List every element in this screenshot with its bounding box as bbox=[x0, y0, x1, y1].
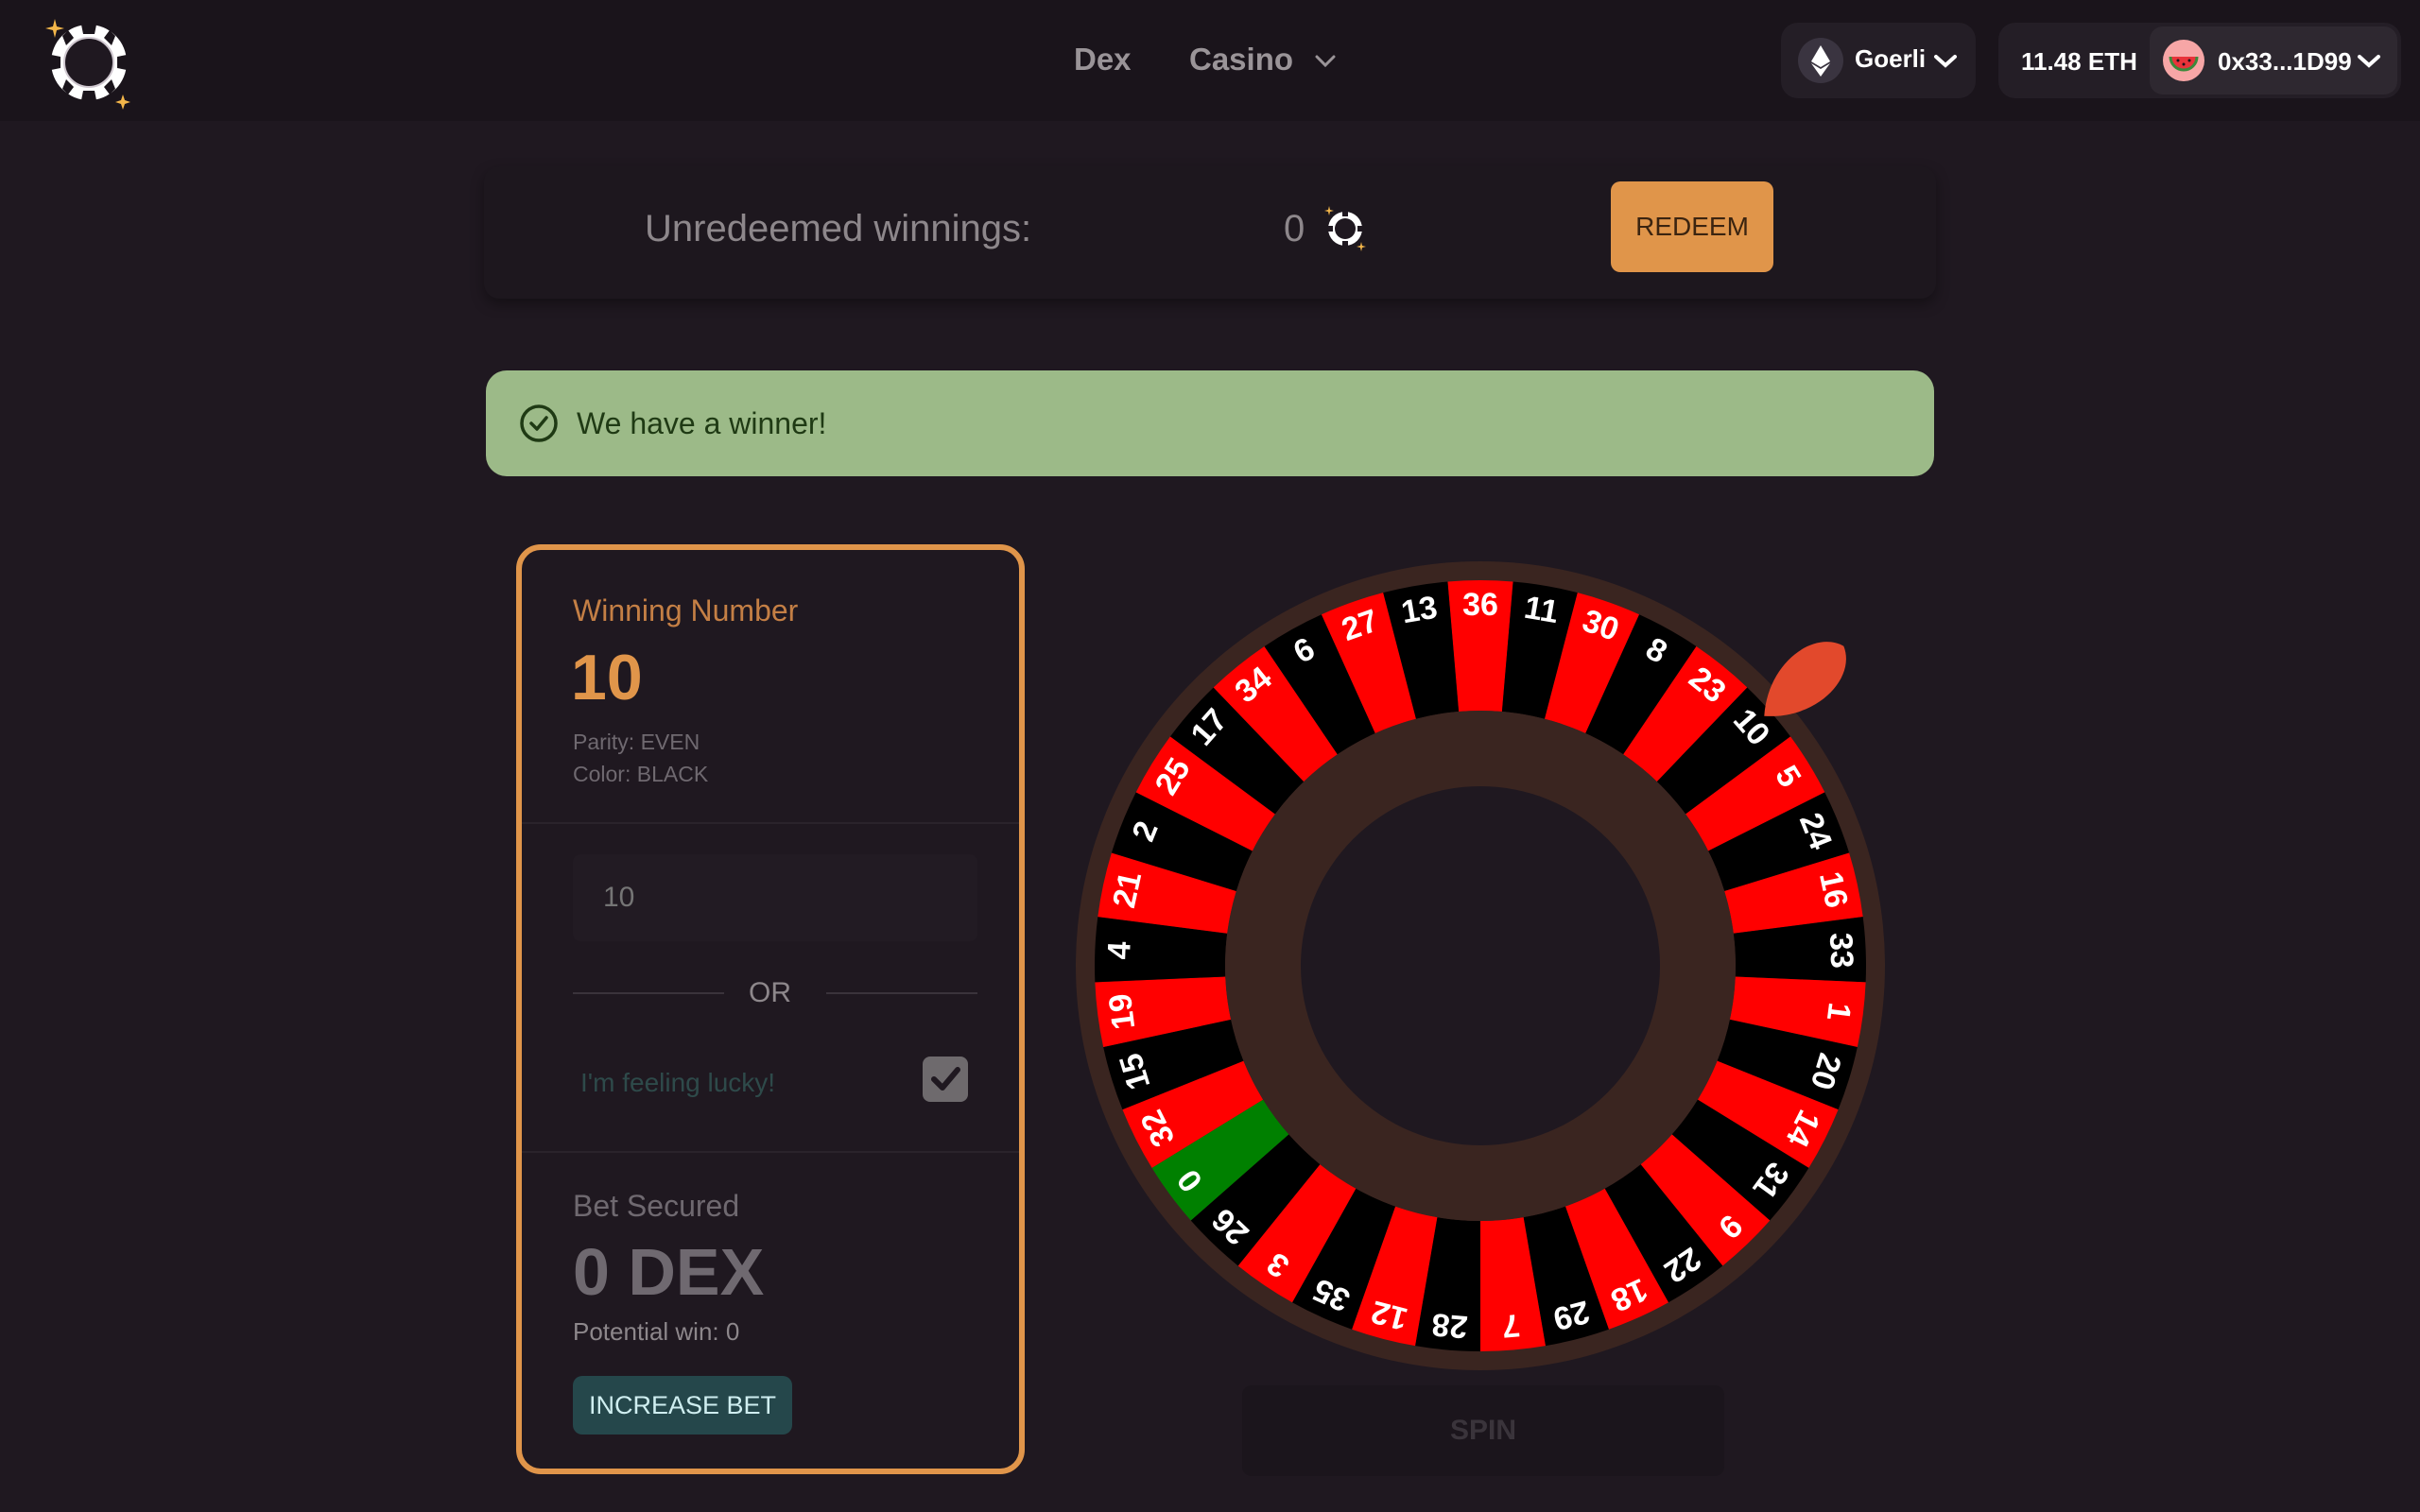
wheel-number: 36 bbox=[1462, 587, 1498, 623]
wheel-number: 16 bbox=[1812, 868, 1855, 911]
potential-win: Potential win: 0 bbox=[573, 1317, 740, 1346]
winnings-value: 0 bbox=[1284, 208, 1305, 249]
winning-parity: Parity: EVEN bbox=[573, 730, 700, 754]
watermelon-avatar-icon bbox=[2163, 40, 2204, 81]
winnings-label: Unredeemed winnings: bbox=[645, 208, 1032, 249]
wheel-number: 11 bbox=[1522, 590, 1562, 631]
eth-balance: 11.48 ETH bbox=[2021, 47, 2137, 76]
roulette-wheel: 36 11 308231052416331201431922182972812353… bbox=[1076, 561, 1885, 1370]
top-navbar: Dex Casino Goerli 11.48 ETH 0x33...1D99 bbox=[0, 0, 2420, 121]
bet-card: Winning Number 10 Parity: EVEN Color: BL… bbox=[516, 544, 1025, 1474]
casino-chip-icon bbox=[1324, 206, 1366, 251]
account-panel: 11.48 ETH 0x33...1D99 bbox=[1998, 23, 2401, 98]
ethereum-icon bbox=[1798, 38, 1843, 83]
winnings-bar: Unredeemed winnings: 0 REDEEM bbox=[484, 166, 1936, 299]
increase-bet-button[interactable]: INCREASE BET bbox=[573, 1376, 792, 1435]
divider bbox=[522, 1151, 1019, 1153]
chevron-down-icon[interactable] bbox=[1312, 47, 1339, 74]
checkmark-icon bbox=[931, 1067, 960, 1091]
wheel-center bbox=[1301, 786, 1660, 1145]
chevron-down-icon bbox=[1934, 55, 1957, 68]
nav-link-dex[interactable]: Dex bbox=[1074, 42, 1132, 77]
feeling-lucky-checkbox[interactable] bbox=[923, 1057, 968, 1102]
wheel-number: 19 bbox=[1102, 991, 1142, 1031]
wheel-number: 33 bbox=[1823, 932, 1860, 969]
wheel-number: 28 bbox=[1430, 1306, 1469, 1345]
alert-message: We have a winner! bbox=[577, 406, 827, 440]
bet-secured-label: Bet Secured bbox=[573, 1189, 740, 1223]
winner-alert: We have a winner! bbox=[486, 370, 1934, 476]
divider bbox=[826, 992, 977, 994]
wallet-address: 0x33...1D99 bbox=[2218, 47, 2352, 76]
feeling-lucky-label: I'm feeling lucky! bbox=[580, 1068, 776, 1097]
divider bbox=[522, 822, 1019, 824]
wheel-number: 7 bbox=[1500, 1307, 1521, 1344]
spin-button[interactable]: SPIN bbox=[1242, 1385, 1724, 1476]
bet-secured-value: 0 DEX bbox=[573, 1235, 765, 1309]
redeem-button[interactable]: REDEEM bbox=[1611, 181, 1773, 272]
wallet-address-button[interactable]: 0x33...1D99 bbox=[2150, 26, 2397, 94]
chevron-down-icon bbox=[2358, 55, 2380, 68]
winning-number-label: Winning Number bbox=[573, 593, 799, 627]
nav-link-casino[interactable]: Casino bbox=[1189, 42, 1293, 77]
check-circle-icon bbox=[520, 404, 558, 442]
winning-number-value: 10 bbox=[571, 642, 643, 713]
or-label: OR bbox=[749, 977, 791, 1008]
wheel-number: 13 bbox=[1399, 590, 1441, 631]
network-selector[interactable]: Goerli bbox=[1781, 23, 1976, 98]
wheel-number: 4 bbox=[1101, 940, 1138, 960]
network-name: Goerli bbox=[1855, 44, 1927, 73]
winning-color: Color: BLACK bbox=[573, 762, 709, 786]
divider bbox=[573, 992, 724, 994]
wheel-number: 21 bbox=[1106, 868, 1149, 911]
casino-chip-logo-icon[interactable] bbox=[43, 15, 138, 110]
number-input[interactable] bbox=[573, 854, 977, 941]
